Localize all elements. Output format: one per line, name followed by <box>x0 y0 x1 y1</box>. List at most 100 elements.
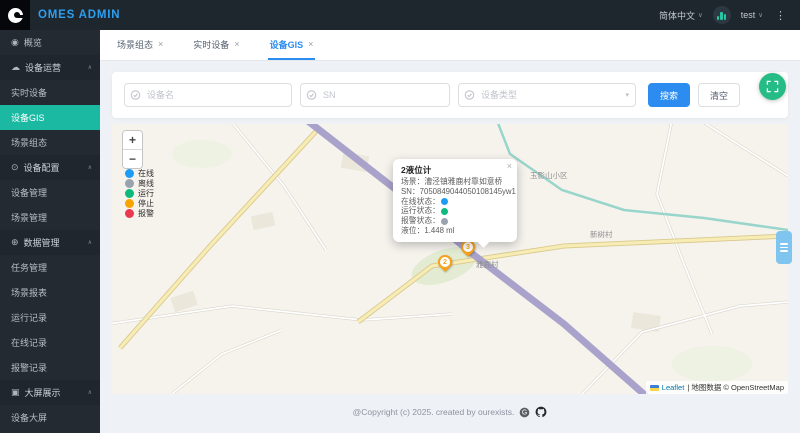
sidebar-item-overview[interactable]: ◉ 概览 <box>0 30 100 55</box>
close-icon[interactable]: × <box>158 39 163 49</box>
circle-check-icon <box>130 90 141 101</box>
popup-row-sn: SN： 7050849044050108145yw1 <box>401 186 516 196</box>
status-dot-online <box>125 168 134 178</box>
circle-check-icon <box>306 90 317 101</box>
chevron-up-icon: ∧ <box>87 65 92 71</box>
map-zoom-control: + − <box>122 130 143 169</box>
map-place-label: 玉影山小区 <box>530 171 568 180</box>
circle-check-icon <box>464 90 475 101</box>
sidebar-group-data-management[interactable]: ⊕ 数据管理 ∧ <box>0 230 100 255</box>
sidebar-item-realtime-devices[interactable]: 实时设备 <box>0 80 100 105</box>
cloud-icon: ☁ <box>11 62 20 72</box>
copyright-text: @Copyright (c) 2025. created by ourexist… <box>352 407 515 417</box>
sidebar-item-online-records[interactable]: 在线记录 <box>0 330 100 355</box>
status-dot-offline <box>125 178 134 188</box>
username: test <box>740 10 756 20</box>
logo[interactable] <box>0 0 30 30</box>
page-content: ▾ 搜索 清空 <box>100 61 800 430</box>
device-popup: × 2液位计 场景： 漕泾镇雅鹿村靠如意桥 SN： 7050849044050108… <box>393 159 517 248</box>
fullscreen-button[interactable] <box>759 73 786 100</box>
sidebar-item-run-records[interactable]: 运行记录 <box>0 305 100 330</box>
drawer-handle[interactable] <box>776 231 792 264</box>
status-dot-running <box>125 188 134 198</box>
main-area: 场景组态 × 实时设备 × 设备GIS × 设备名 SN 设备类型 ▾ 搜索 清… <box>100 30 800 433</box>
dashboard-icon: ◉ <box>11 37 19 47</box>
chevron-down-icon: ∨ <box>758 12 763 19</box>
popup-title: 2液位计 <box>401 165 432 175</box>
device-type-select[interactable] <box>458 83 636 107</box>
search-card: ▾ 搜索 清空 <box>112 72 788 118</box>
device-name-field-wrap <box>124 83 292 107</box>
leaflet-link[interactable]: Leaflet <box>662 383 685 392</box>
chevron-up-icon: ∧ <box>87 165 92 171</box>
close-icon[interactable]: × <box>507 161 512 171</box>
avatar[interactable] <box>712 6 731 24</box>
sidebar-item-scene-config[interactable]: 场景组态 <box>0 130 100 155</box>
popup-row-scene: 场景： 漕泾镇雅鹿村靠如意桥 <box>401 177 503 186</box>
close-icon[interactable]: × <box>234 39 239 49</box>
sidebar-item-device-management[interactable]: 设备管理 <box>0 180 100 205</box>
more-menu-icon[interactable]: ⋮ <box>773 9 788 22</box>
map-place-label: 雅鹿村 <box>476 260 499 269</box>
tab-device-gis[interactable]: 设备GIS × <box>267 30 316 60</box>
logo-icon <box>7 7 24 23</box>
sidebar-item-device-gis[interactable]: 设备GIS <box>0 105 100 130</box>
search-button[interactable]: 搜索 <box>648 83 691 107</box>
map-attribution: Leaflet | 地图数据 © OpenStreetMap <box>645 381 788 394</box>
gitee-icon[interactable]: G <box>519 407 530 418</box>
sidebar-item-alarm-records[interactable]: 报警记录 <box>0 355 100 380</box>
sn-field-wrap <box>300 83 450 107</box>
tab-bar: 场景组态 × 实时设备 × 设备GIS × <box>100 30 800 61</box>
app-title: OMES ADMIN <box>38 9 121 21</box>
sidebar-group-device-config[interactable]: ⊙ 设备配置 ∧ <box>0 155 100 180</box>
legend-item: 在线 <box>125 168 154 178</box>
sidebar-item-scene-management[interactable]: 场景管理 <box>0 205 100 230</box>
expand-icon <box>766 80 779 93</box>
sn-input[interactable] <box>300 83 450 107</box>
sidebar-item-task-management[interactable]: 任务管理 <box>0 255 100 280</box>
zoom-in-button[interactable]: + <box>123 131 142 150</box>
attribution-text: | 地图数据 © OpenStreetMap <box>687 383 784 392</box>
chevron-up-icon: ∧ <box>87 240 92 246</box>
status-dot-alarm <box>125 208 134 218</box>
popup-row-online-status: 在线状态： <box>401 197 509 207</box>
popup-row-level: 液位： 1.448 ml <box>401 225 455 235</box>
app-window: OMES ADMIN 简体中文 ∨ test ∨ ⋮ ◉ 概览 ☁ 设备运营 ∧ 实时… <box>0 0 800 433</box>
app-header: OMES ADMIN 简体中文 ∨ test ∨ ⋮ <box>0 0 800 30</box>
device-name-input[interactable] <box>124 83 292 107</box>
close-icon[interactable]: × <box>308 39 313 49</box>
sidebar-item-device-screen[interactable]: 设备大屏 <box>0 405 100 430</box>
tab-realtime-devices[interactable]: 实时设备 × <box>191 30 241 60</box>
legend-item: 离线 <box>125 178 154 188</box>
device-type-select-wrap: ▾ <box>458 83 636 107</box>
zoom-out-button[interactable]: − <box>123 150 142 168</box>
database-icon: ⊕ <box>11 237 19 247</box>
status-dot-online <box>440 197 448 205</box>
monitor-icon: ▣ <box>11 387 20 397</box>
popup-row-alarm-status: 报警状态： <box>401 216 509 226</box>
popup-row-running-status: 运行状态： <box>401 206 509 216</box>
sidebar-item-scene-report[interactable]: 场景报表 <box>0 280 100 305</box>
chevron-down-icon: ∨ <box>697 12 703 19</box>
language-label: 简体中文 <box>658 10 695 21</box>
tab-scene-config[interactable]: 场景组态 × <box>115 30 165 60</box>
language-switcher[interactable]: 简体中文 ∨ <box>659 9 703 22</box>
page-footer: @Copyright (c) 2025. created by ourexist… <box>112 394 788 430</box>
clear-button[interactable]: 清空 <box>698 83 741 107</box>
legend-item: 运行 <box>125 188 154 198</box>
status-dot-running <box>440 207 448 215</box>
map-legend: 在线 离线 运行 停止 报警 <box>125 168 154 218</box>
user-menu[interactable]: test ∨ <box>741 10 763 20</box>
map[interactable]: + − 在线 离线 运行 停止 报警 玉影山小区 新树村 雅鹿村 3 2 × 2 <box>112 124 788 394</box>
legend-item: 报警 <box>125 208 154 218</box>
sidebar-group-big-screen[interactable]: ▣ 大屏展示 ∧ <box>0 380 100 405</box>
status-dot-alarm <box>440 217 448 225</box>
svg-text:G: G <box>522 409 527 416</box>
github-icon[interactable] <box>535 406 547 418</box>
ukraine-flag-icon <box>649 384 659 391</box>
chevron-down-icon: ▾ <box>625 92 629 99</box>
chevron-up-icon: ∧ <box>87 390 92 396</box>
sidebar: ◉ 概览 ☁ 设备运营 ∧ 实时设备 设备GIS 场景组态 ⊙ 设备配置 ∧ 设备管理 场… <box>0 30 100 433</box>
legend-item: 停止 <box>125 198 154 208</box>
sidebar-group-device-operation[interactable]: ☁ 设备运营 ∧ <box>0 55 100 80</box>
